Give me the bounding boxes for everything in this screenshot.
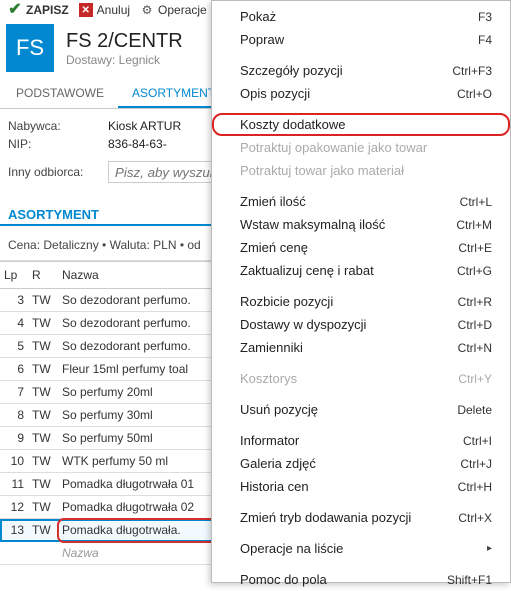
save-button[interactable]: ✔ ZAPISZ (4, 3, 73, 17)
doc-title: FS 2/CENTR (66, 30, 183, 53)
ctx-ilosc[interactable]: Zmień ilośćCtrl+L (212, 190, 510, 213)
nip-value: 836-84-63- (108, 137, 167, 151)
nip-label: NIP: (8, 137, 108, 151)
buyer-value[interactable]: Kiosk ARTUR (108, 119, 181, 133)
ctx-pokaz[interactable]: PokażF3 (212, 5, 510, 28)
ctx-maks[interactable]: Wstaw maksymalną ilośćCtrl+M (212, 213, 510, 236)
ctx-popraw[interactable]: PoprawF4 (212, 28, 510, 51)
ctx-cena[interactable]: Zmień cenęCtrl+E (212, 236, 510, 259)
cancel-icon: ✕ (79, 3, 93, 17)
col-r[interactable]: R (28, 262, 58, 289)
ctx-dostawy[interactable]: Dostawy w dyspozycjiCtrl+D (212, 313, 510, 336)
doc-type-badge: FS (6, 24, 54, 72)
row-name: Pomadka długotrwała 02 (62, 500, 194, 514)
ctx-kosztorys: KosztorysCtrl+Y (212, 367, 510, 390)
tab-basic[interactable]: PODSTAWOWE (2, 80, 118, 108)
ctx-koszty-dodatkowe[interactable]: Koszty dodatkowe (212, 113, 510, 136)
save-icon: ✔ (8, 3, 22, 17)
ctx-pomoc[interactable]: Pomoc do polaShift+F1 (212, 568, 510, 591)
ctx-opakowanie: Potraktuj opakowanie jako towar (212, 136, 510, 159)
operations-button[interactable]: ⚙ Operacje (136, 3, 211, 17)
ctx-historia[interactable]: Historia cenCtrl+H (212, 475, 510, 498)
chevron-right-icon: ▸ (487, 543, 492, 554)
gear-icon: ⚙ (140, 3, 154, 17)
save-label: ZAPISZ (26, 3, 69, 17)
cancel-button[interactable]: ✕ Anuluj (75, 3, 134, 17)
operations-label: Operacje (158, 3, 207, 17)
ctx-operacje-liscie[interactable]: Operacje na liście▸ (212, 537, 510, 560)
ctx-opis[interactable]: Opis pozycjiCtrl+O (212, 82, 510, 105)
ctx-rozbicie[interactable]: Rozbicie pozycjiCtrl+R (212, 290, 510, 313)
ctx-szczegoly[interactable]: Szczegóły pozycjiCtrl+F3 (212, 59, 510, 82)
ctx-tryb[interactable]: Zmień tryb dodawania pozycjiCtrl+X (212, 506, 510, 529)
ctx-aktual[interactable]: Zaktualizuj cenę i rabatCtrl+G (212, 259, 510, 282)
ctx-informator[interactable]: InformatorCtrl+I (212, 429, 510, 452)
buyer-label: Nabywca: (8, 119, 108, 133)
col-lp[interactable]: Lp (0, 262, 28, 289)
ctx-material: Potraktuj towar jako materiał (212, 159, 510, 182)
ctx-zamienniki[interactable]: ZamiennikiCtrl+N (212, 336, 510, 359)
cancel-label: Anuluj (97, 3, 130, 17)
doc-subtitle: Dostawy: Legnick (66, 53, 183, 67)
context-menu: PokażF3 PoprawF4 Szczegóły pozycjiCtrl+F… (211, 0, 511, 583)
ctx-usun[interactable]: Usuń pozycjęDelete (212, 398, 510, 421)
other-recv-label: Inny odbiorca: (8, 165, 108, 179)
ctx-galeria[interactable]: Galeria zdjęćCtrl+J (212, 452, 510, 475)
